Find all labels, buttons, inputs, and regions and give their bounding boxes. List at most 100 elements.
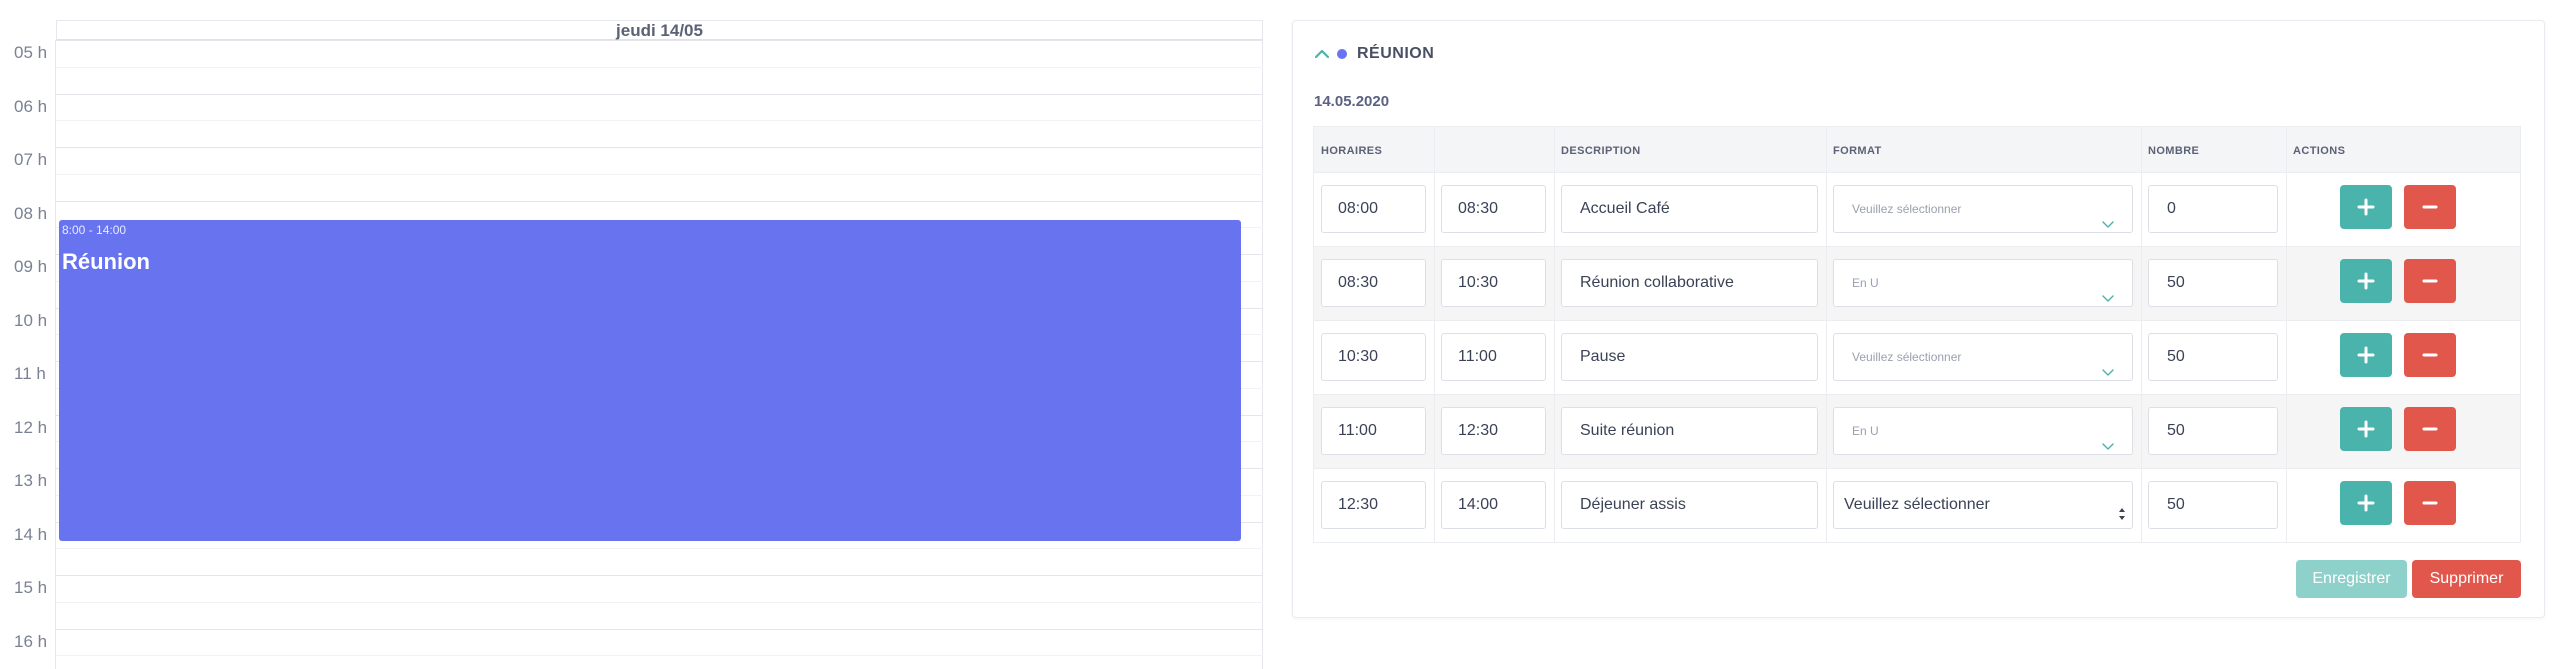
column-divider — [1554, 173, 1555, 246]
end-time-input[interactable]: 11:00 — [1441, 333, 1546, 381]
remove-row-button[interactable] — [2404, 333, 2456, 377]
format-select[interactable]: En U — [1833, 407, 2133, 455]
column-divider — [2286, 469, 2287, 542]
column-divider — [1554, 127, 1555, 172]
column-divider — [2141, 395, 2142, 468]
format-select[interactable]: Veuillez sélectionner — [1833, 481, 2133, 529]
table-header: HORAIRES DESCRIPTION FORMAT NOMBRE ACTIO… — [1313, 126, 2521, 173]
event-date: 14.05.2020 — [1314, 93, 1390, 110]
column-divider — [1826, 469, 1827, 542]
header-actions: ACTIONS — [2293, 145, 2346, 157]
end-time-input[interactable]: 10:30 — [1441, 259, 1546, 307]
column-divider — [2286, 321, 2287, 394]
hour-label: 14 h — [14, 524, 48, 544]
format-select[interactable]: Veuillez sélectionner — [1833, 333, 2133, 381]
quantity-input[interactable]: 50 — [2148, 481, 2278, 529]
quantity-input[interactable]: 50 — [2148, 333, 2278, 381]
start-time-input[interactable]: 10:30 — [1321, 333, 1426, 381]
format-select[interactable]: En U — [1833, 259, 2133, 307]
add-row-button[interactable] — [2340, 259, 2392, 303]
hour-gridline — [56, 575, 1263, 576]
column-divider — [1826, 127, 1827, 172]
day-header: jeudi 14/05 — [56, 20, 1263, 40]
column-divider — [1826, 247, 1827, 320]
chevron-up-icon[interactable] — [1313, 45, 1331, 63]
start-time-input[interactable]: 11:00 — [1321, 407, 1426, 455]
description-input[interactable]: Déjeuner assis — [1561, 481, 1818, 529]
description-input[interactable]: Accueil Café — [1561, 185, 1818, 233]
header-horaires: HORAIRES — [1321, 145, 1383, 157]
hour-label: 12 h — [14, 417, 48, 437]
hour-label: 09 h — [14, 257, 48, 276]
add-row-button[interactable] — [2340, 481, 2392, 525]
column-divider — [1826, 395, 1827, 468]
hour-label: 11 h — [14, 364, 46, 383]
minus-icon — [2420, 345, 2440, 365]
end-time-input[interactable]: 14:00 — [1441, 481, 1546, 529]
column-divider — [1554, 469, 1555, 542]
add-row-button[interactable] — [2340, 185, 2392, 229]
format-select-value: En U — [1852, 424, 1879, 438]
save-button[interactable]: Enregistrer — [2296, 560, 2407, 598]
chevron-down-icon — [2102, 277, 2114, 302]
column-divider — [1434, 173, 1435, 246]
start-time-input[interactable]: 08:30 — [1321, 259, 1426, 307]
minus-icon — [2420, 197, 2440, 217]
end-time-input[interactable]: 12:30 — [1441, 407, 1546, 455]
hour-label: 16 h — [14, 631, 48, 651]
plus-icon — [2356, 197, 2376, 217]
hour-gridline — [56, 147, 1263, 148]
column-divider — [2286, 127, 2287, 172]
format-select[interactable]: Veuillez sélectionner — [1833, 185, 2133, 233]
remove-row-button[interactable] — [2404, 259, 2456, 303]
quantity-input[interactable]: 50 — [2148, 407, 2278, 455]
table-row: 11:00 12:30 Suite réunion En U 50 — [1313, 395, 2521, 469]
hour-label: 05 h — [14, 43, 48, 62]
half-hour-gridline — [56, 601, 1263, 603]
hour-gutter: 05 h 06 h 07 h 08 h 09 h 10 h 11 h 12 h 13 h 14 h… — [10, 40, 56, 669]
half-hour-gridline — [56, 173, 1263, 175]
delete-button[interactable]: Supprimer — [2412, 560, 2521, 598]
plus-icon — [2356, 271, 2376, 291]
format-select-value: Veuillez sélectionner — [1852, 350, 1962, 364]
end-time-input[interactable]: 08:30 — [1441, 185, 1546, 233]
column-divider — [1554, 247, 1555, 320]
half-hour-gridline — [56, 548, 1263, 550]
column-divider — [1826, 173, 1827, 246]
remove-row-button[interactable] — [2404, 185, 2456, 229]
column-divider — [1826, 321, 1827, 394]
start-time-input[interactable]: 12:30 — [1321, 481, 1426, 529]
hour-label: 07 h — [14, 150, 48, 169]
hour-label: 08 h — [14, 203, 48, 223]
hour-gridline — [56, 200, 1263, 202]
event-title: Réunion — [62, 249, 150, 274]
remove-row-button[interactable] — [2404, 481, 2456, 525]
table-row: 12:30 14:00 Déjeuner assis Veuillez sélecti… — [1313, 469, 2521, 543]
column-divider — [1554, 395, 1555, 468]
table-row: 10:30 11:00 Pause Veuillez sélectionner 50 — [1313, 321, 2521, 395]
add-row-button[interactable] — [2340, 407, 2392, 451]
description-input[interactable]: Réunion collaborative — [1561, 259, 1818, 307]
column-divider — [2286, 247, 2287, 320]
header-format: FORMAT — [1833, 145, 1882, 157]
calendar-event[interactable]: 8:00 - 14:00 Réunion — [59, 220, 1241, 541]
chevron-down-icon — [2102, 351, 2114, 376]
schedule-table: HORAIRES DESCRIPTION FORMAT NOMBRE ACTIO… — [1313, 126, 2521, 543]
half-hour-gridline — [56, 120, 1263, 122]
select-arrows-icon — [2118, 496, 2126, 520]
description-input[interactable]: Pause — [1561, 333, 1818, 381]
hour-label: 06 h — [14, 96, 48, 116]
remove-row-button[interactable] — [2404, 407, 2456, 451]
quantity-input[interactable]: 0 — [2148, 185, 2278, 233]
start-time-input[interactable]: 08:00 — [1321, 185, 1426, 233]
add-row-button[interactable] — [2340, 333, 2392, 377]
minus-icon — [2420, 271, 2440, 291]
column-divider — [2286, 395, 2287, 468]
quantity-input[interactable]: 50 — [2148, 259, 2278, 307]
event-time: 8:00 - 14:00 — [62, 223, 127, 237]
table-row: 08:30 10:30 Réunion collaborative En U 50 — [1313, 247, 2521, 321]
description-input[interactable]: Suite réunion — [1561, 407, 1818, 455]
column-divider — [1434, 321, 1435, 394]
panel-header[interactable]: RÉUNION — [1313, 44, 1434, 64]
column-divider — [2141, 469, 2142, 542]
